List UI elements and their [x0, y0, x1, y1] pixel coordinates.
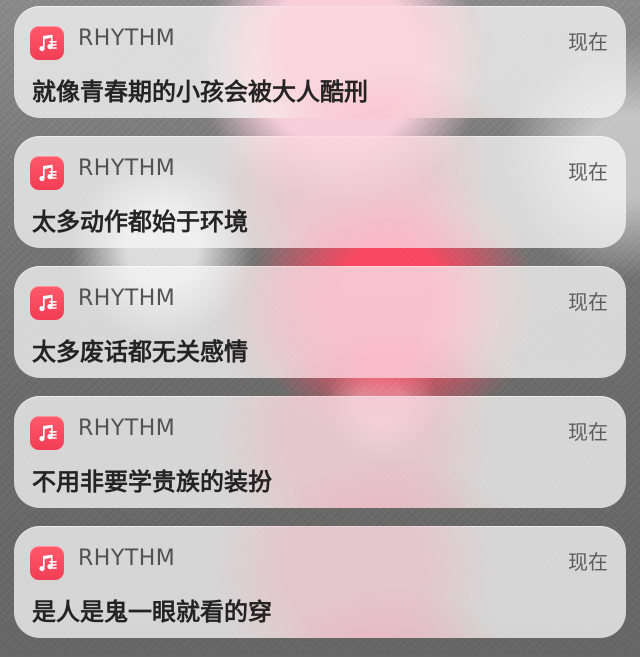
notification-message: 不用非要学贵族的装扮: [32, 468, 272, 496]
notification-time: 现在: [568, 30, 608, 54]
notification-header: RHYTHM 现在: [30, 544, 608, 580]
notification-header: RHYTHM 现在: [30, 414, 608, 450]
notification-message: 是人是鬼一眼就看的穿: [32, 598, 272, 626]
notification-message: 就像青春期的小孩会被大人酷刑: [32, 78, 368, 106]
music-note-list-icon: [30, 546, 64, 580]
notification-card[interactable]: RHYTHM 现在 太多动作都始于环境: [14, 136, 626, 248]
notification-time: 现在: [568, 420, 608, 444]
app-name: RHYTHM: [78, 286, 176, 311]
music-note-list-icon: [30, 156, 64, 190]
notification-header: RHYTHM 现在: [30, 24, 608, 60]
notification-message: 太多动作都始于环境: [32, 208, 248, 236]
notification-header: RHYTHM 现在: [30, 154, 608, 190]
app-name: RHYTHM: [78, 26, 176, 51]
notification-time: 现在: [568, 550, 608, 574]
notification-header: RHYTHM 现在: [30, 284, 608, 320]
notification-card[interactable]: RHYTHM 现在 太多废话都无关感情: [14, 266, 626, 378]
notification-time: 现在: [568, 290, 608, 314]
app-name: RHYTHM: [78, 416, 176, 441]
notification-card[interactable]: RHYTHM 现在 是人是鬼一眼就看的穿: [14, 526, 626, 638]
notification-time: 现在: [568, 160, 608, 184]
notification-message: 太多废话都无关感情: [32, 338, 248, 366]
music-note-list-icon: [30, 26, 64, 60]
music-note-list-icon: [30, 416, 64, 450]
notification-card[interactable]: RHYTHM 现在 不用非要学贵族的装扮: [14, 396, 626, 508]
app-name: RHYTHM: [78, 156, 176, 181]
app-name: RHYTHM: [78, 546, 176, 571]
music-note-list-icon: [30, 286, 64, 320]
notification-card[interactable]: RHYTHM 现在 就像青春期的小孩会被大人酷刑: [14, 6, 626, 118]
